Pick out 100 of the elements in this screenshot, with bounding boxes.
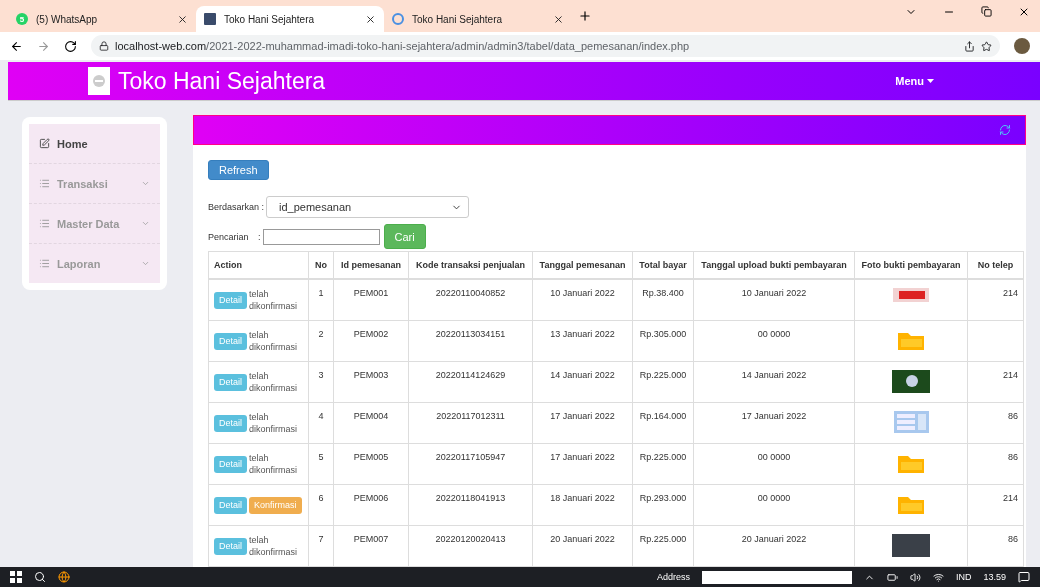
address-label: Address: [656, 572, 690, 582]
search-button[interactable]: Cari: [383, 224, 426, 249]
table-cell: PEM006: [333, 484, 409, 526]
search-icon[interactable]: [34, 571, 46, 583]
table-cell: 1: [308, 279, 334, 321]
browser-tab[interactable]: Toko Hani Sejahtera: [196, 6, 384, 32]
clock-time[interactable]: 13.59: [983, 572, 1006, 582]
list-icon: [39, 258, 50, 269]
caret-icon: [141, 219, 150, 228]
table-cell: 4: [308, 402, 334, 444]
restore-icon[interactable]: [981, 6, 992, 17]
menu-button[interactable]: Menu: [889, 74, 940, 88]
detail-button[interactable]: Detail: [214, 496, 247, 514]
table-cell: 214: [967, 484, 1024, 526]
detail-button[interactable]: Detail: [214, 332, 247, 350]
table-cell: 5: [308, 443, 334, 485]
table-cell: 00 0000: [693, 443, 855, 485]
table-cell: 20220118041913: [408, 484, 533, 526]
caret-icon: [927, 79, 934, 83]
table-cell: 20220113034151: [408, 320, 533, 362]
column-header: Tanggal pemesanan: [532, 251, 633, 279]
notification-icon[interactable]: [1018, 571, 1030, 583]
table-cell: 86: [967, 443, 1024, 485]
refresh-icon[interactable]: [999, 124, 1011, 136]
language-indicator[interactable]: IND: [955, 572, 972, 582]
table-cell: 00 0000: [693, 484, 855, 526]
table-cell: 7: [308, 525, 334, 567]
status-text: telah dikonfirmasi: [249, 370, 299, 394]
chat-icon: 5: [16, 13, 28, 25]
confirm-button[interactable]: Konfirmasi: [249, 496, 302, 514]
table-cell: Rp.225.000: [632, 361, 694, 403]
refresh-button[interactable]: Refresh: [208, 160, 269, 180]
filter-select[interactable]: id_pemesanan: [266, 196, 470, 218]
table-cell: 214: [967, 279, 1024, 321]
table-cell: PEM004: [333, 402, 409, 444]
detail-button[interactable]: Detail: [214, 537, 247, 555]
detail-button[interactable]: Detail: [214, 373, 247, 391]
colon-text: :: [258, 231, 261, 242]
table-cell: PEM001: [333, 279, 409, 321]
table-cell: 17 Januari 2022: [532, 443, 633, 485]
table-cell: Rp.225.000: [632, 443, 694, 485]
close-icon[interactable]: [177, 13, 188, 25]
wifi-icon[interactable]: [932, 571, 944, 583]
table-cell: PEM003: [333, 361, 409, 403]
sidebar-item[interactable]: Laporan: [29, 244, 160, 283]
table-cell: PEM007: [333, 525, 409, 567]
sidebar-item[interactable]: Master Data: [29, 204, 160, 244]
detail-button[interactable]: Detail: [214, 455, 247, 473]
detail-button[interactable]: Detail: [214, 414, 247, 432]
table-cell: 17 Januari 2022: [693, 402, 855, 444]
avatar[interactable]: [1014, 38, 1030, 54]
sidebar-item[interactable]: Transaksi: [29, 164, 160, 204]
column-header: Action: [208, 251, 309, 279]
share-icon[interactable]: [964, 40, 975, 52]
list-icon: [39, 178, 50, 189]
close-icon[interactable]: [1018, 6, 1030, 18]
address-field[interactable]: localhost-web.com/2021-2022-muhammad-imadi-toko-hani-sejahtera/admin/admin3/tabel/data_pemesanan/index.php: [91, 35, 1000, 57]
table-cell: 86: [967, 402, 1024, 444]
back-icon[interactable]: [10, 39, 23, 53]
column-header: Kode transaksi penjualan: [408, 251, 533, 279]
table-cell: 3: [308, 361, 334, 403]
browser-tab[interactable]: Toko Hani Sejahtera: [384, 6, 572, 32]
table-cell: PEM002: [333, 320, 409, 362]
table-cell: 20220110040852: [408, 279, 533, 321]
table-cell: 10 Januari 2022: [693, 279, 855, 321]
table-cell: 00 0000: [693, 320, 855, 362]
status-text: telah dikonfirmasi: [249, 534, 299, 558]
reload-icon[interactable]: [64, 39, 77, 53]
table-cell: 86: [967, 525, 1024, 567]
column-header: Total bayar: [632, 251, 694, 279]
image-icon: [204, 13, 216, 25]
detail-button[interactable]: Detail: [214, 291, 247, 309]
table-cell: Rp.225.000: [632, 525, 694, 567]
browser-tab[interactable]: 5 (5) WhatsApp: [8, 6, 196, 32]
forward-icon[interactable]: [37, 39, 50, 53]
close-icon[interactable]: [365, 13, 376, 25]
lock-icon: [99, 41, 109, 51]
column-header: No: [308, 251, 334, 279]
close-icon[interactable]: [553, 13, 564, 25]
speaker-icon[interactable]: [909, 571, 921, 583]
status-text: telah dikonfirmasi: [249, 329, 299, 353]
table-cell: PEM005: [333, 443, 409, 485]
table-cell: 214: [967, 361, 1024, 403]
table-cell: Rp.305.000: [632, 320, 694, 362]
column-header: Tanggal upload bukti pembayaran: [693, 251, 855, 279]
address-field[interactable]: [701, 570, 852, 584]
column-header: Foto bukti pembayaran: [854, 251, 968, 279]
sidebar-item[interactable]: Home: [29, 124, 160, 164]
table-cell: Rp.293.000: [632, 484, 694, 526]
browser-icon[interactable]: [58, 571, 70, 583]
table-cell: 20220114124629: [408, 361, 533, 403]
column-header: No telep: [967, 251, 1024, 279]
new-tab-icon[interactable]: [578, 9, 592, 23]
table-cell: 20220120020413: [408, 525, 533, 567]
windows-icon[interactable]: [10, 571, 22, 583]
loading-icon: [392, 13, 404, 25]
table-cell: 20 Januari 2022: [693, 525, 855, 567]
table-cell: 2: [308, 320, 334, 362]
star-icon[interactable]: [981, 40, 992, 52]
search-field[interactable]: [262, 228, 380, 245]
